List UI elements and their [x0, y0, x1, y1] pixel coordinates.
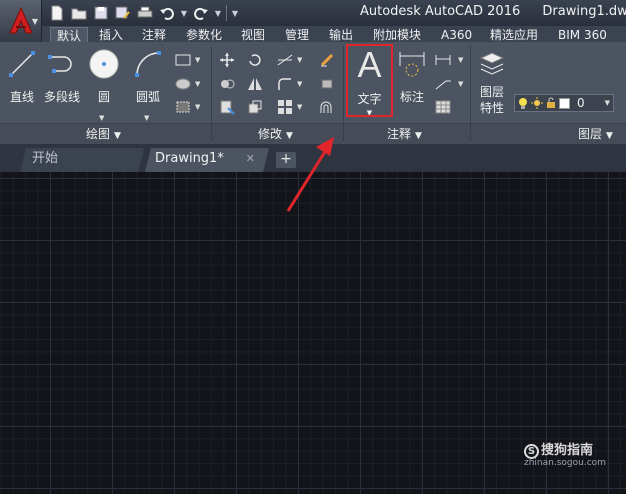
- pointer-arrow-annotation: [286, 137, 334, 212]
- autocad-logo-icon: [8, 6, 34, 35]
- app-menu-caret-icon: ▼: [31, 17, 38, 26]
- watermark-url: zhinan.sogou.com: [524, 458, 606, 468]
- watermark-name: 搜狗指南: [541, 443, 594, 458]
- watermark-logo: S 搜狗指南: [524, 439, 593, 459]
- sogou-s-icon: S: [524, 444, 539, 459]
- application-menu-button[interactable]: ▼: [0, 0, 42, 42]
